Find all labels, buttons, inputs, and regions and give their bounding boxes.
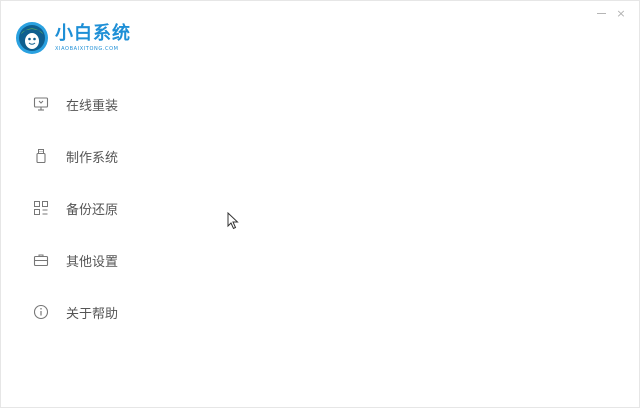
logo-icon [16,22,48,54]
close-icon: × [616,6,626,20]
sidebar-nav: 在线重装 制作系统 备份还原 其他设置 关于帮助 [33,91,213,351]
toolbox-icon [33,252,49,268]
sidebar-item-make-system[interactable]: 制作系统 [33,143,213,169]
app-logo: 小白系统 XIAOBAIXITONG.COM [15,21,131,55]
sidebar-item-other-settings[interactable]: 其他设置 [33,247,213,273]
sidebar-item-label: 制作系统 [66,150,119,166]
mouse-cursor-icon [227,212,239,230]
sidebar-item-backup-restore[interactable]: 备份还原 [33,195,213,221]
logo-subtitle: XIAOBAIXITONG.COM [55,45,119,52]
minimize-button[interactable] [591,5,611,21]
monitor-icon [33,96,49,112]
window-controls: × [591,5,631,21]
logo-title: 小白系统 [55,22,131,44]
logo-text: 小白系统 XIAOBAIXITONG.COM [55,22,131,53]
close-button[interactable]: × [611,5,631,21]
sidebar-item-label: 其他设置 [66,254,119,270]
grid-icon [33,200,49,216]
usb-drive-icon [33,148,49,164]
sidebar-item-label: 关于帮助 [66,306,119,322]
sidebar-item-label: 在线重装 [66,98,119,114]
app-window: 小白系统 XIAOBAIXITONG.COM × 在线重装 制作系统 备份还原 … [0,0,640,408]
minimize-icon [596,12,606,14]
sidebar-item-label: 备份还原 [66,202,119,218]
sidebar-item-online-reinstall[interactable]: 在线重装 [33,91,213,117]
info-icon [33,304,49,320]
sidebar-item-about-help[interactable]: 关于帮助 [33,299,213,325]
